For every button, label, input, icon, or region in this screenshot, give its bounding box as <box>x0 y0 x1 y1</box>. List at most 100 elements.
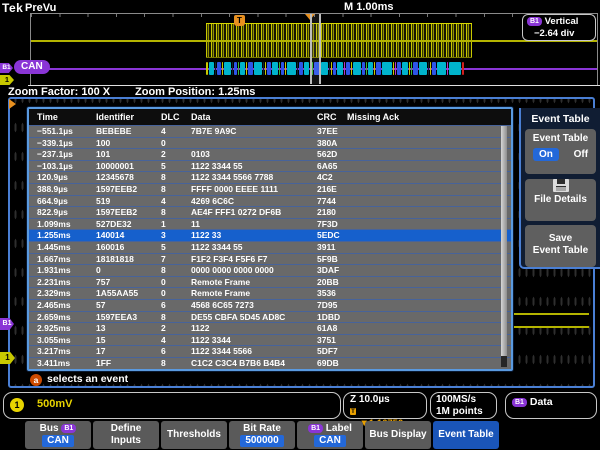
zoomed-channel1-high-line <box>507 313 589 315</box>
table-row[interactable]: 1.099ms 527DE32 1 11 7F3D <box>29 217 511 230</box>
bus-b1-marker[interactable]: B1 <box>0 63 13 73</box>
table-cell: 3.411ms <box>37 357 71 368</box>
bottom-menu: Bus B1 CAN Define Inputs Thresholds Bit … <box>25 421 499 449</box>
menu-label-button[interactable]: B1 Label CAN <box>297 421 363 449</box>
table-row[interactable]: 1.255ms 140014 3 1122 33 5EDC <box>29 229 511 241</box>
table-row[interactable]: 2.659ms 1597EEA3 8 DE55 CBFA 5D45 AD8C 1DBD <box>29 310 511 323</box>
menu-bit-rate-button[interactable]: Bit Rate 500000 <box>229 421 295 449</box>
table-row[interactable]: −103.1µs 10000001 5 1122 3344 55 6A65 <box>29 159 511 172</box>
table-cell: 7F3D <box>317 218 338 229</box>
table-row[interactable]: 1.445ms 160016 5 1122 3344 55 3911 <box>29 240 511 253</box>
table-row[interactable]: 3.055ms 15 4 1122 3344 3751 <box>29 333 511 346</box>
table-row[interactable]: 822.9µs 1597EEB2 8 AE4F FFF1 0272 DF6B 2180 <box>29 206 511 218</box>
bit-rate-value: 500000 <box>240 435 284 447</box>
zoomed-channel1-low-line <box>507 326 589 328</box>
can-frame-segment <box>285 62 286 75</box>
table-cell: 2.465ms <box>37 299 71 310</box>
table-cell: 822.9µs <box>37 207 68 218</box>
menu-thresholds-button[interactable]: Thresholds <box>161 421 227 449</box>
table-row[interactable]: −237.1µs 101 2 0103 562D <box>29 148 511 160</box>
table-cell: 37EE <box>317 126 338 136</box>
can-frame-segment <box>238 62 239 75</box>
menu-bus-button[interactable]: Bus B1 CAN <box>25 421 91 449</box>
event-table-toggle-button[interactable]: Event Table On Off <box>525 129 596 174</box>
table-cell: −103.1µs <box>37 160 73 171</box>
can-frame-segment <box>297 62 298 75</box>
table-row[interactable]: 2.231ms 757 0 Remote Frame 20BB <box>29 275 511 288</box>
table-row[interactable]: −551.1µs BEBEBE 4 7B7E 9A9C 37EE <box>29 125 511 137</box>
table-row[interactable]: 3.411ms 1FF 8 C1C2 C3C4 B7B6 B4B4 69DB <box>29 356 511 369</box>
divider-line <box>28 85 600 86</box>
label-value: CAN <box>314 435 346 447</box>
table-cell: 4C2 <box>317 172 333 183</box>
oscilloscope-screen: Tek PreVu M 1.00ms T B1 Vertical −2.64 d… <box>0 0 600 450</box>
define-label: Define <box>110 423 142 434</box>
zoom-window-bracket[interactable] <box>310 14 321 84</box>
can-frame-segment <box>333 62 336 75</box>
table-cell: 527DE32 <box>96 218 132 229</box>
can-frame-segment <box>329 62 330 75</box>
table-cell: 7 <box>161 253 166 264</box>
toggle-off[interactable]: Off <box>574 149 588 160</box>
column-time: Time <box>37 112 58 122</box>
table-cell: 3536 <box>317 288 336 299</box>
table-row[interactable]: 1.931ms 0 8 0000 0000 0000 0000 3DAF <box>29 264 511 276</box>
table-cell: 519 <box>96 195 111 206</box>
can-frame-segment <box>206 62 208 75</box>
table-row[interactable]: 1.667ms 18181818 7 F1F2 F3F4 F5F6 F7 5F9B <box>29 252 511 265</box>
table-cell: 0 <box>161 288 166 299</box>
can-frame-segment <box>409 62 410 75</box>
table-cell: 5DF7 <box>317 346 338 357</box>
can-frame-segment <box>299 62 303 75</box>
table-cell: 8 <box>161 357 166 368</box>
scrollbar-thumb[interactable] <box>501 356 507 367</box>
table-row[interactable]: 664.9µs 519 4 4269 6C6C 7744 <box>29 194 511 207</box>
event-table-scrollbar[interactable] <box>501 126 507 367</box>
table-row[interactable]: −339.1µs 100 0 380A <box>29 136 511 149</box>
file-details-button[interactable]: File Details <box>525 179 596 221</box>
can-bus-label[interactable]: CAN <box>14 60 50 74</box>
table-row[interactable]: 2.465ms 57 6 4568 6C65 7273 7D95 <box>29 298 511 311</box>
can-frame-segment <box>447 62 448 75</box>
menu-event-table-button[interactable]: Event Table <box>433 421 499 449</box>
can-frame-segment <box>376 62 381 75</box>
table-row[interactable]: 120.9µs 12345678 8 1122 3344 5566 7788 4C2 <box>29 171 511 183</box>
table-cell: 5EDC <box>317 230 340 241</box>
can-frame-segment <box>351 62 352 75</box>
toggle-label: Event Table <box>532 133 589 144</box>
acquisition-readout: 100MS/s 1M points <box>430 392 497 419</box>
table-cell: 1122 3344 <box>191 334 231 345</box>
event-select-hint: a selects an event <box>30 373 128 386</box>
table-cell: 1122 3344 5566 <box>191 346 252 357</box>
trigger-marker-icon[interactable]: T <box>234 15 245 26</box>
can-frame-segment <box>382 62 392 75</box>
can-frame-segment <box>254 62 262 75</box>
table-cell: 0 <box>96 265 101 276</box>
vertical-position-badge: B1 Vertical −2.64 div <box>522 14 596 41</box>
menu-bus-display-button[interactable]: Bus Display <box>365 421 431 449</box>
save-event-table-button[interactable]: Save Event Table <box>525 225 596 267</box>
inputs-label: Inputs <box>111 435 141 446</box>
table-cell: −339.1µs <box>37 137 73 148</box>
toggle-on[interactable]: On <box>532 148 559 161</box>
table-row[interactable]: 388.9µs 1597EEB2 8 FFFF 0000 EEEE 1111 216E <box>29 182 511 195</box>
table-cell: 8 <box>161 172 166 183</box>
table-cell: 1597EEB2 <box>96 207 138 218</box>
table-row[interactable]: 2.925ms 13 2 1122 61A8 <box>29 322 511 334</box>
table-row[interactable]: 2.329ms 1A55AA55 0 Remote Frame 3536 <box>29 287 511 299</box>
vertical-badge-value: −2.64 div <box>534 28 575 39</box>
can-frame-segment <box>419 62 427 75</box>
table-cell: Remote Frame <box>191 288 251 299</box>
channel1-badge: 1 <box>10 398 24 412</box>
tek-logo: Tek <box>2 1 24 15</box>
table-cell: 11 <box>191 218 200 229</box>
channel1-scale-value: 500mV <box>37 398 73 410</box>
channel1-marker[interactable]: 1 <box>0 75 14 85</box>
can-frame-segment <box>248 62 253 75</box>
table-cell: BEBEBE <box>96 126 132 136</box>
table-row[interactable]: 3.217ms 17 6 1122 3344 5566 5DF7 <box>29 345 511 357</box>
file-details-label: File Details <box>534 194 587 205</box>
menu-define-inputs-button[interactable]: Define Inputs <box>93 421 159 449</box>
can-frame-segment <box>222 62 223 75</box>
event-table: Time Identifier DLC Data CRC Missing Ack… <box>27 107 513 371</box>
